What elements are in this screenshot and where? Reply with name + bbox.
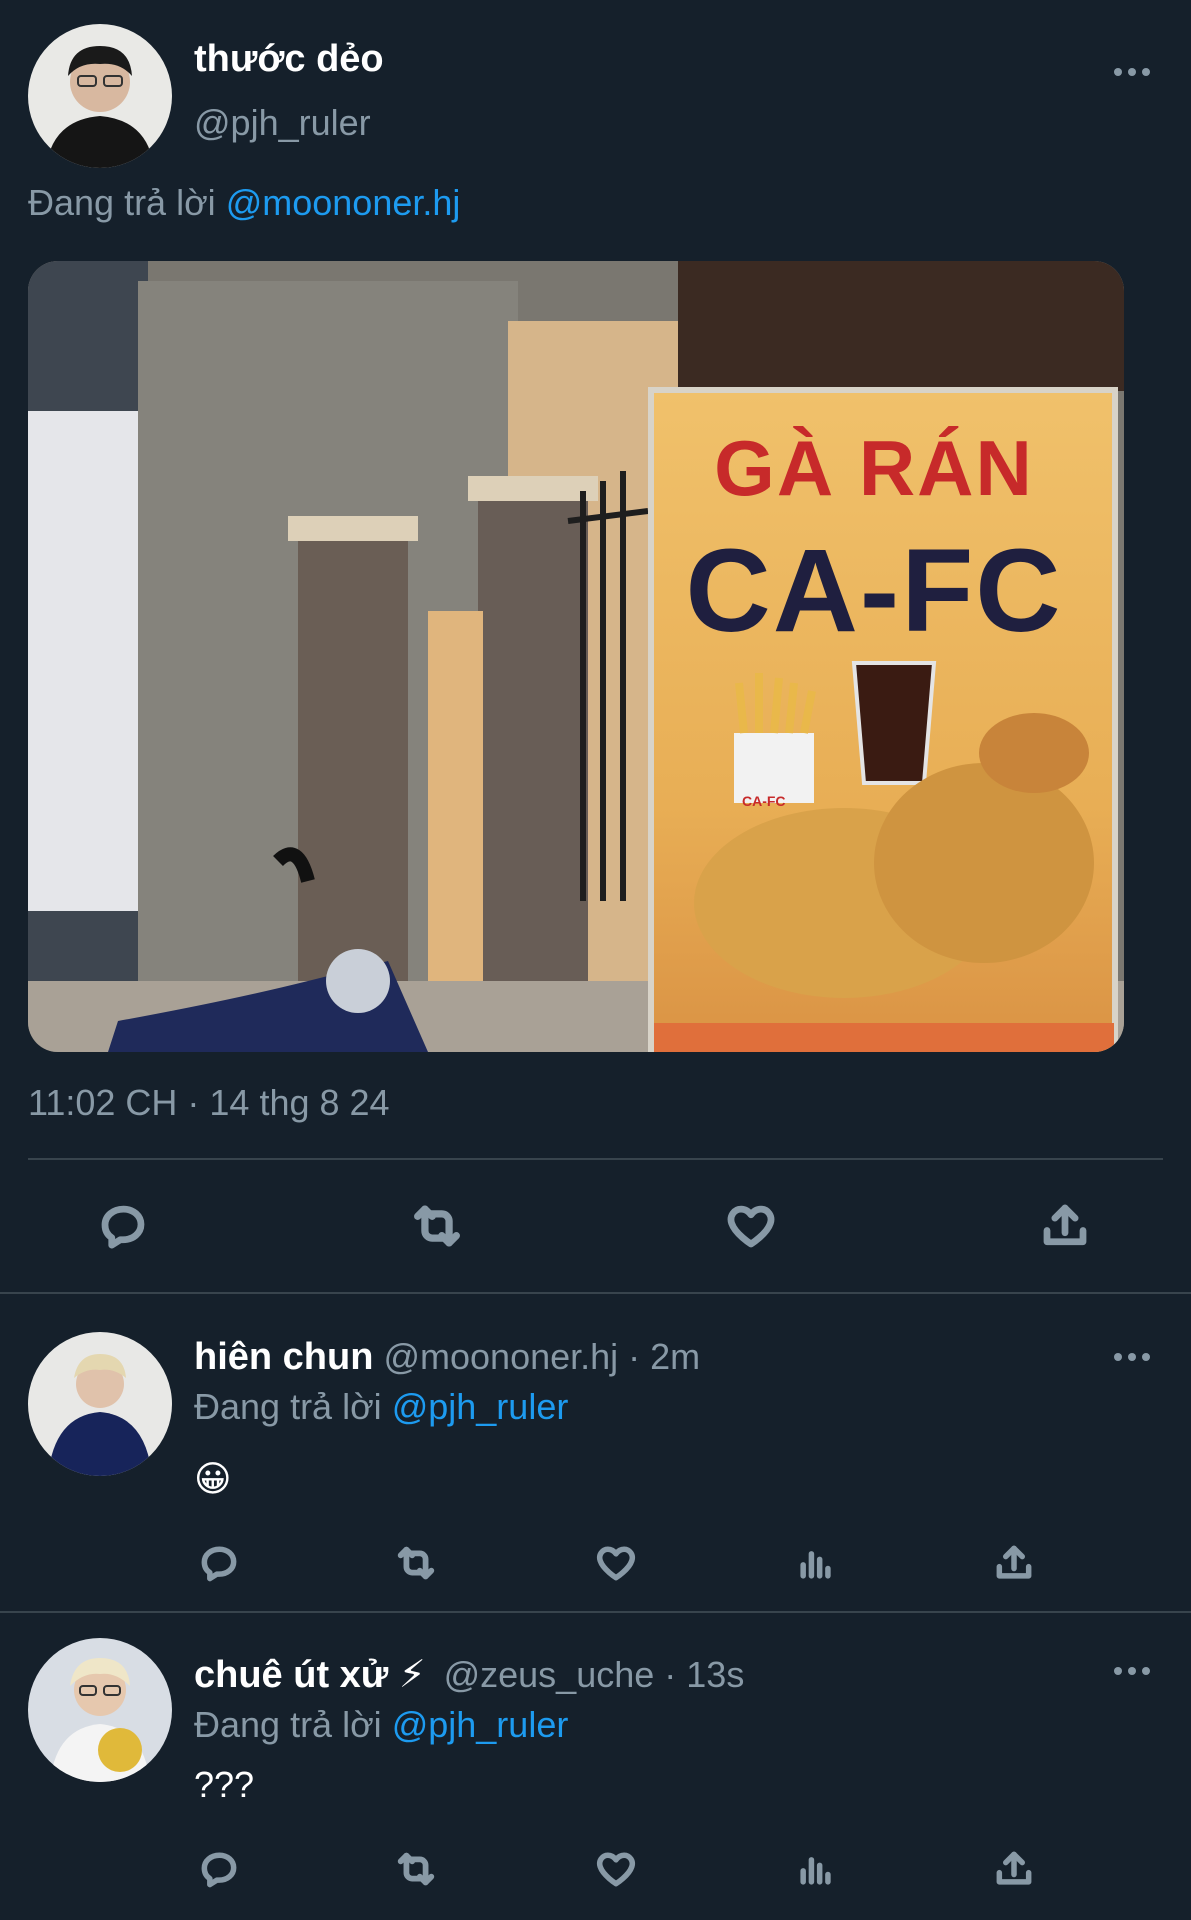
restaurant-sign: GÀ RÁN CA-FC CA-FC [648, 387, 1118, 1052]
author-name[interactable]: thước dẻo [194, 38, 384, 81]
like-icon[interactable] [718, 1196, 784, 1256]
views-icon[interactable] [793, 1846, 839, 1892]
more-horizontal-icon[interactable] [1112, 62, 1152, 82]
author-avatar[interactable] [28, 24, 172, 168]
reply-author-handle[interactable]: @zeus_uche [444, 1654, 655, 1695]
replying-to-link[interactable]: @moononer.hj [226, 182, 461, 223]
replying-to-link[interactable]: @pjh_ruler [392, 1386, 569, 1427]
reply-icon[interactable] [90, 1196, 156, 1256]
reply-header: hiên chun @moononer.hj · 2m [194, 1336, 700, 1379]
more-horizontal-icon[interactable] [1112, 1347, 1152, 1367]
retweet-icon[interactable] [393, 1846, 439, 1892]
timestamp-divider [28, 1158, 1163, 1160]
reply-icon[interactable] [196, 1846, 242, 1892]
tweet-timestamp[interactable]: 11:02 CH · 14 thg 8 24 [28, 1082, 390, 1124]
reply-avatar[interactable] [28, 1332, 172, 1476]
tweet-photo[interactable]: GÀ RÁN CA-FC CA-FC [28, 261, 1124, 1052]
section-divider [0, 1292, 1191, 1294]
sign-line-1: GÀ RÁN [714, 424, 1034, 512]
reply-divider [0, 1611, 1191, 1613]
replying-prefix: Đang trả lời [194, 1386, 382, 1427]
reply-author-handle[interactable]: @moononer.hj [383, 1336, 618, 1377]
replying-prefix: Đang trả lời [194, 1704, 382, 1745]
retweet-icon[interactable] [404, 1196, 470, 1256]
like-icon[interactable] [593, 1846, 639, 1892]
reply-replying-to: Đang trả lời @pjh_ruler [194, 1704, 568, 1746]
sign-line-2: CA-FC [685, 525, 1063, 657]
like-icon[interactable] [593, 1540, 639, 1586]
more-horizontal-icon[interactable] [1112, 1661, 1152, 1681]
reply-avatar[interactable] [28, 1638, 172, 1782]
replying-prefix: Đang trả lời [28, 182, 216, 223]
author-handle[interactable]: @pjh_ruler [194, 102, 371, 144]
share-icon[interactable] [991, 1540, 1037, 1586]
reply-author-name[interactable]: hiên chun [194, 1336, 373, 1378]
reply-replying-to: Đang trả lời @pjh_ruler [194, 1386, 568, 1428]
share-icon[interactable] [991, 1846, 1037, 1892]
views-icon[interactable] [793, 1540, 839, 1586]
retweet-icon[interactable] [393, 1540, 439, 1586]
replying-to-link[interactable]: @pjh_ruler [392, 1704, 569, 1745]
share-icon[interactable] [1032, 1196, 1098, 1256]
reply-body: ??? [194, 1764, 255, 1805]
reply-icon[interactable] [196, 1540, 242, 1586]
reply-body: 😀 [194, 1458, 232, 1499]
cup-label: CA-FC [742, 793, 786, 809]
reply-time[interactable]: · 2m [628, 1336, 700, 1377]
reply-time[interactable]: · 13s [664, 1654, 744, 1695]
reply-header: chuê út xử ⚡ @zeus_uche · 13s [194, 1652, 744, 1697]
replying-to: Đang trả lời @moononer.hj [28, 182, 460, 224]
reply-author-name[interactable]: chuê út xử ⚡ [194, 1654, 426, 1696]
